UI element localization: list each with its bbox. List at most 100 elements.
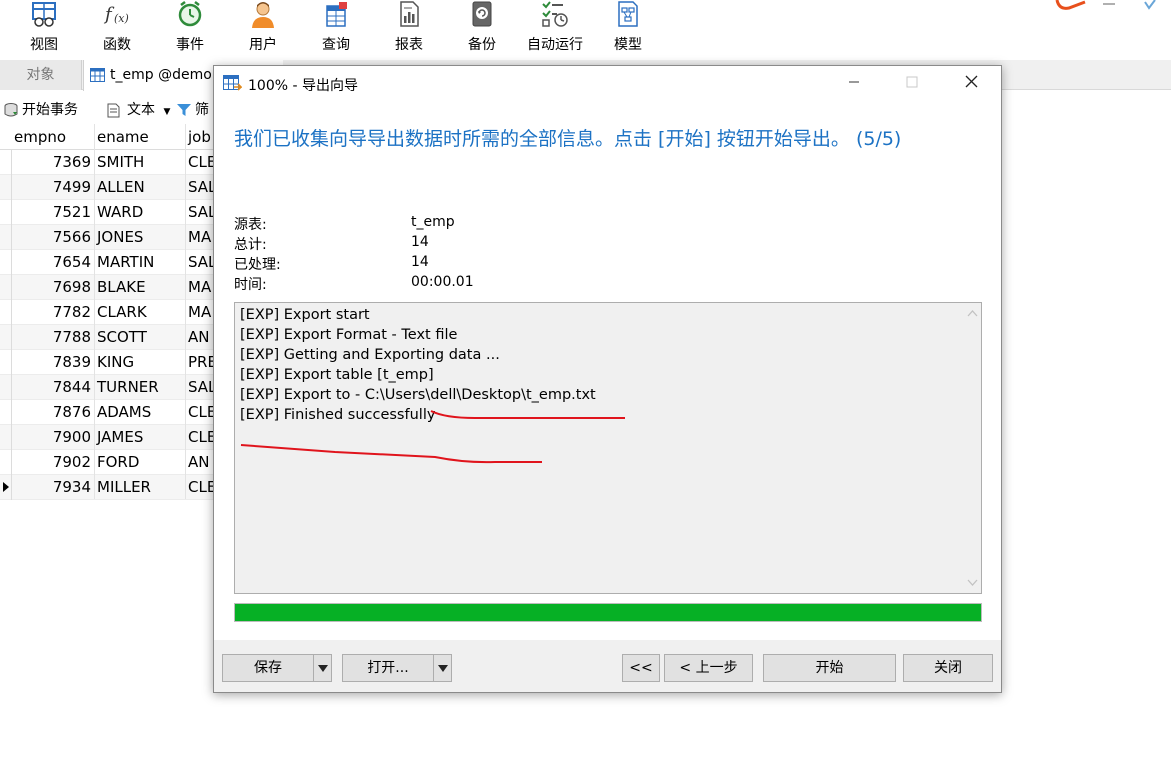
table-row[interactable]: 7900 JAMES CLE bbox=[0, 425, 240, 450]
table-row[interactable]: 7839 KING PRE bbox=[0, 350, 240, 375]
processed-value: 14 bbox=[411, 254, 429, 270]
cell-ename[interactable]: CLARK bbox=[97, 303, 147, 321]
table-row[interactable]: 7782 CLARK MA bbox=[0, 300, 240, 325]
cell-ename[interactable]: KING bbox=[97, 353, 134, 371]
save-dropdown-button[interactable] bbox=[313, 655, 331, 681]
row-indicator[interactable] bbox=[0, 400, 12, 425]
table-row[interactable]: 7876 ADAMS CLE bbox=[0, 400, 240, 425]
tab-objects[interactable]: 对象 bbox=[0, 60, 82, 90]
row-indicator[interactable] bbox=[0, 350, 12, 375]
toolbar-backup-button[interactable]: 备份 bbox=[449, 0, 515, 58]
maximize-button[interactable] bbox=[889, 66, 935, 102]
start-button[interactable]: 开始 bbox=[763, 654, 896, 682]
filter-button[interactable]: 筛 bbox=[177, 100, 209, 120]
toolbar-label: 模型 bbox=[614, 37, 642, 53]
cell-job[interactable]: MA bbox=[188, 228, 211, 246]
cell-empno[interactable]: 7839 bbox=[12, 353, 91, 371]
table-row[interactable]: 7698 BLAKE MA bbox=[0, 275, 240, 300]
row-indicator[interactable] bbox=[0, 425, 12, 450]
table-row[interactable]: 7499 ALLEN SAL bbox=[0, 175, 240, 200]
close-window-button[interactable] bbox=[948, 66, 994, 102]
export-log[interactable]: [EXP] Export start [EXP] Export Format -… bbox=[234, 302, 982, 594]
table-row[interactable]: 7566 JONES MA bbox=[0, 225, 240, 250]
maximize-icon bbox=[906, 76, 918, 88]
cell-job[interactable]: AN bbox=[188, 453, 209, 471]
function-icon: f (x) bbox=[103, 4, 129, 25]
table-row[interactable]: 7934 MILLER CLE bbox=[0, 475, 240, 500]
cell-ename[interactable]: ALLEN bbox=[97, 178, 145, 196]
row-indicator[interactable] bbox=[0, 300, 12, 325]
cell-ename[interactable]: BLAKE bbox=[97, 278, 146, 296]
cell-job[interactable]: MA bbox=[188, 278, 211, 296]
alarm-clock-icon bbox=[178, 1, 202, 27]
cell-empno[interactable]: 7876 bbox=[12, 403, 91, 421]
log-scrollbar[interactable] bbox=[964, 303, 981, 593]
cell-empno[interactable]: 7934 bbox=[12, 478, 91, 496]
row-indicator[interactable] bbox=[0, 325, 12, 350]
toolbar-auto-run-button[interactable]: 自动运行 bbox=[522, 0, 588, 58]
cell-ename[interactable]: SMITH bbox=[97, 153, 144, 171]
cell-empno[interactable]: 7521 bbox=[12, 203, 91, 221]
cell-ename[interactable]: MARTIN bbox=[97, 253, 154, 271]
cell-empno[interactable]: 7566 bbox=[12, 228, 91, 246]
cell-ename[interactable]: WARD bbox=[97, 203, 143, 221]
toolbar-label: 备份 bbox=[468, 37, 496, 53]
auto-run-icon bbox=[542, 1, 568, 27]
table-row[interactable]: 7844 TURNER SAL bbox=[0, 375, 240, 400]
dialog-title-bar[interactable]: 100% - 导出向导 bbox=[214, 66, 1001, 102]
table-row[interactable]: 7788 SCOTT AN bbox=[0, 325, 240, 350]
first-step-button[interactable]: << bbox=[622, 654, 660, 682]
begin-transaction-button[interactable]: 开始事务 bbox=[4, 100, 78, 120]
toolbar-function-button[interactable]: f (x) 函数 bbox=[84, 0, 150, 58]
cell-ename[interactable]: SCOTT bbox=[97, 328, 147, 346]
toolbar-report-button[interactable]: 报表 bbox=[376, 0, 442, 58]
toolbar-query-button[interactable]: 查询 bbox=[303, 0, 369, 58]
minimize-button[interactable] bbox=[831, 66, 877, 102]
cell-job[interactable]: AN bbox=[188, 328, 209, 346]
open-button[interactable]: 打开... bbox=[342, 654, 452, 682]
row-indicator[interactable] bbox=[0, 225, 12, 250]
data-grid: empno ename job 7369 SMITH CLE 7499 ALLEN SAL… bbox=[0, 124, 240, 500]
cell-ename[interactable]: JAMES bbox=[97, 428, 143, 446]
cell-empno[interactable]: 7369 bbox=[12, 153, 91, 171]
cell-empno[interactable]: 7900 bbox=[12, 428, 91, 446]
table-row[interactable]: 7521 WARD SAL bbox=[0, 200, 240, 225]
cell-ename[interactable]: TURNER bbox=[97, 378, 159, 396]
cell-ename[interactable]: FORD bbox=[97, 453, 139, 471]
cell-job[interactable]: MA bbox=[188, 303, 211, 321]
cell-empno[interactable]: 7788 bbox=[12, 328, 91, 346]
cell-empno[interactable]: 7844 bbox=[12, 378, 91, 396]
toolbar-view-button[interactable]: 视图 bbox=[11, 0, 77, 58]
table-row[interactable]: 7654 MARTIN SAL bbox=[0, 250, 240, 275]
row-indicator[interactable] bbox=[0, 450, 12, 475]
row-indicator[interactable] bbox=[0, 475, 12, 500]
row-indicator[interactable] bbox=[0, 175, 12, 200]
open-dropdown-button[interactable] bbox=[433, 655, 451, 681]
cell-ename[interactable]: MILLER bbox=[97, 478, 151, 496]
row-indicator[interactable] bbox=[0, 150, 12, 175]
row-indicator[interactable] bbox=[0, 275, 12, 300]
save-button[interactable]: 保存 bbox=[222, 654, 332, 682]
scroll-up-icon bbox=[967, 310, 978, 317]
cell-empno[interactable]: 7698 bbox=[12, 278, 91, 296]
row-indicator[interactable] bbox=[0, 200, 12, 225]
cell-empno[interactable]: 7654 bbox=[12, 253, 91, 271]
back-button[interactable]: < 上一步 bbox=[664, 654, 753, 682]
close-button[interactable]: 关闭 bbox=[903, 654, 993, 682]
toolbar-user-button[interactable]: 用户 bbox=[230, 0, 296, 58]
cell-ename[interactable]: JONES bbox=[97, 228, 143, 246]
toolbar-event-button[interactable]: 事件 bbox=[157, 0, 223, 58]
row-indicator[interactable] bbox=[0, 375, 12, 400]
column-header-job[interactable]: job bbox=[188, 128, 211, 146]
toolbar-model-button[interactable]: 模型 bbox=[595, 0, 661, 58]
table-row[interactable]: 7902 FORD AN bbox=[0, 450, 240, 475]
table-row[interactable]: 7369 SMITH CLE bbox=[0, 150, 240, 175]
cell-empno[interactable]: 7782 bbox=[12, 303, 91, 321]
cell-empno[interactable]: 7902 bbox=[12, 453, 91, 471]
column-header-empno[interactable]: empno bbox=[14, 128, 66, 146]
row-indicator[interactable] bbox=[0, 250, 12, 275]
cell-ename[interactable]: ADAMS bbox=[97, 403, 151, 421]
column-header-ename[interactable]: ename bbox=[97, 128, 149, 146]
text-view-button[interactable]: 文本 ▼ bbox=[107, 100, 170, 120]
cell-empno[interactable]: 7499 bbox=[12, 178, 91, 196]
